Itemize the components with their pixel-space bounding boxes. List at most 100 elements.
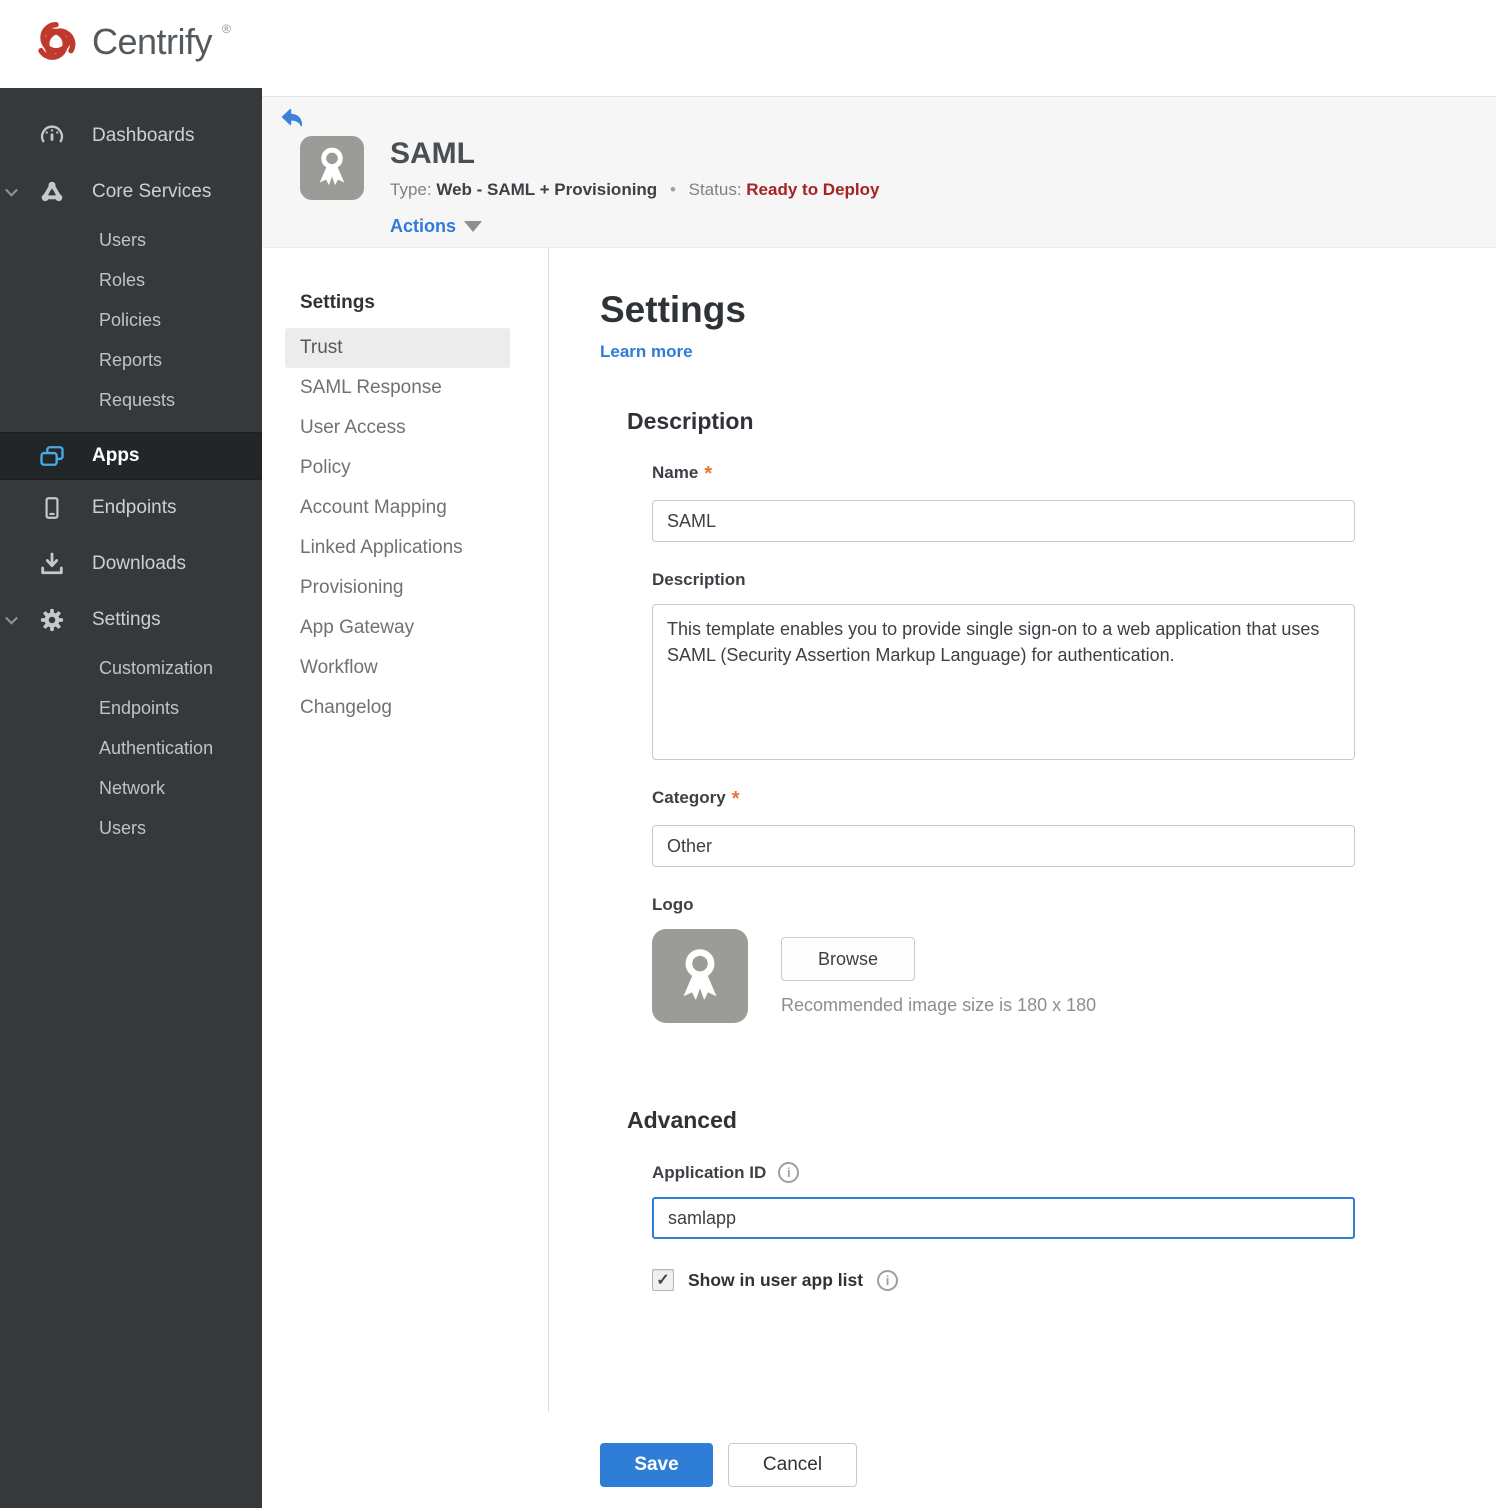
cancel-button[interactable]: Cancel	[728, 1443, 857, 1487]
sidebar-item-dashboards[interactable]: Dashboards	[0, 108, 262, 164]
category-field: Category *	[652, 788, 1496, 867]
app-type-status-line: Type: Web - SAML + Provisioning • Status…	[390, 180, 879, 200]
subnav-item-trust[interactable]: Trust	[285, 328, 510, 368]
sidebar-subitem-label: Reports	[99, 349, 163, 370]
sidebar-item-requests[interactable]: Requests	[0, 380, 262, 420]
gear-icon	[38, 606, 66, 634]
chevron-down-icon	[5, 183, 18, 197]
sidebar-item-customization[interactable]: Customization	[0, 648, 262, 688]
page-title: Settings	[600, 289, 746, 330]
subnav-item-saml-response[interactable]: SAML Response	[285, 368, 510, 408]
award-ribbon-icon	[669, 943, 731, 1010]
type-label: Type:	[390, 180, 432, 199]
gauge-icon	[38, 122, 66, 150]
sidebar-subitem-label: Policies	[99, 309, 162, 330]
name-field: Name *	[652, 463, 1496, 542]
form-actions: Save Cancel	[600, 1443, 1496, 1511]
sidebar-item-label: Dashboards	[92, 125, 195, 146]
top-bar: Centrify ®	[0, 0, 1496, 88]
sidebar: Dashboards Core Services Users Roles Pol…	[0, 88, 262, 1508]
app-header: SAML Type: Web - SAML + Provisioning • S…	[262, 96, 1496, 248]
sidebar-item-endpoints[interactable]: Endpoints	[0, 480, 262, 536]
show-in-user-app-list-checkbox[interactable]: ✓	[652, 1269, 674, 1291]
application-id-label: Application ID	[652, 1162, 767, 1182]
sidebar-subitem-label: Requests	[99, 389, 176, 410]
info-icon[interactable]: i	[778, 1162, 800, 1183]
category-input[interactable]	[652, 825, 1355, 867]
sidebar-subitem-label: Authentication	[99, 737, 214, 758]
sidebar-item-endpoints-settings[interactable]: Endpoints	[0, 688, 262, 728]
sidebar-subitem-label: Endpoints	[99, 697, 180, 718]
subnav-title: Settings	[300, 292, 375, 313]
download-icon	[38, 550, 66, 578]
sidebar-subitem-label: Roles	[99, 269, 146, 290]
save-button[interactable]: Save	[600, 1443, 713, 1487]
sidebar-item-label: Settings	[92, 609, 161, 630]
sidebar-item-label: Downloads	[92, 553, 186, 574]
sidebar-item-label: Core Services	[92, 181, 212, 202]
application-id-input[interactable]	[652, 1197, 1355, 1239]
sidebar-item-authentication[interactable]: Authentication	[0, 728, 262, 768]
sidebar-item-policies[interactable]: Policies	[0, 300, 262, 340]
info-icon[interactable]: i	[877, 1269, 899, 1291]
actions-dropdown[interactable]: Actions	[390, 216, 879, 237]
advanced-section-heading: Advanced	[627, 1107, 737, 1133]
sidebar-item-reports[interactable]: Reports	[0, 340, 262, 380]
subnav-item-provisioning[interactable]: Provisioning	[285, 568, 510, 608]
centrify-swirl-icon	[30, 16, 82, 73]
name-label: Name	[652, 463, 699, 482]
sidebar-item-label: Apps	[92, 445, 140, 466]
description-label: Description	[652, 570, 746, 589]
sidebar-item-core-services[interactable]: Core Services	[0, 164, 262, 220]
sidebar-subitem-label: Network	[99, 777, 166, 798]
subnav-item-linked-applications[interactable]: Linked Applications	[285, 528, 510, 568]
core-services-icon	[38, 177, 66, 207]
sidebar-item-users[interactable]: Users	[0, 220, 262, 260]
status-label: Status:	[688, 180, 742, 199]
actions-label: Actions	[390, 216, 457, 236]
sidebar-item-roles[interactable]: Roles	[0, 260, 262, 300]
app-title: SAML	[390, 137, 475, 170]
recommended-size-text: Recommended image size is 180 x 180	[781, 995, 1097, 1015]
sidebar-item-downloads[interactable]: Downloads	[0, 536, 262, 592]
learn-more-link[interactable]: Learn more	[600, 342, 693, 362]
brand-logo: Centrify ®	[30, 16, 231, 73]
status-value: Ready to Deploy	[746, 180, 880, 199]
sidebar-item-users-settings[interactable]: Users	[0, 808, 262, 848]
description-section-heading: Description	[627, 408, 754, 434]
registered-mark: ®	[222, 21, 231, 36]
description-textarea[interactable]: This template enables you to provide sin…	[652, 604, 1355, 760]
award-ribbon-icon	[309, 143, 355, 194]
logo-preview	[652, 929, 748, 1023]
subnav-item-changelog[interactable]: Changelog	[285, 688, 510, 728]
subnav-item-account-mapping[interactable]: Account Mapping	[285, 488, 510, 528]
phone-icon	[38, 495, 66, 521]
show-in-user-app-list-label: Show in user app list	[688, 1269, 864, 1290]
subnav-item-app-gateway[interactable]: App Gateway	[285, 608, 510, 648]
subnav-item-workflow[interactable]: Workflow	[285, 648, 510, 688]
browse-button[interactable]: Browse	[781, 937, 915, 981]
bullet-separator: •	[669, 180, 676, 199]
type-value: Web - SAML + Provisioning	[436, 180, 658, 199]
sidebar-item-network[interactable]: Network	[0, 768, 262, 808]
sidebar-subitem-label: Users	[99, 229, 147, 250]
subnav-item-policy[interactable]: Policy	[285, 448, 510, 488]
app-logo	[300, 136, 364, 200]
content-area: SAML Type: Web - SAML + Provisioning • S…	[262, 88, 1496, 1508]
show-in-user-app-list-row: ✓ Show in user app list i	[652, 1269, 1496, 1291]
dropdown-triangle-icon	[464, 221, 483, 232]
chevron-down-icon	[5, 611, 18, 625]
brand-name: Centrify	[92, 20, 213, 62]
subnav-item-user-access[interactable]: User Access	[285, 408, 510, 448]
sidebar-item-apps[interactable]: Apps	[0, 432, 262, 480]
sidebar-item-settings[interactable]: Settings	[0, 592, 262, 648]
required-asterisk: *	[731, 788, 740, 810]
name-input[interactable]	[652, 500, 1355, 542]
description-field: Description This template enables you to…	[652, 570, 1496, 760]
logo-label: Logo	[652, 895, 694, 914]
back-arrow-icon[interactable]	[280, 107, 304, 134]
sidebar-subitem-label: Users	[99, 817, 147, 838]
sidebar-item-label: Endpoints	[92, 497, 177, 518]
required-asterisk: *	[704, 463, 713, 485]
logo-field: Logo Browse Recommended image size is 18…	[652, 895, 1496, 1023]
